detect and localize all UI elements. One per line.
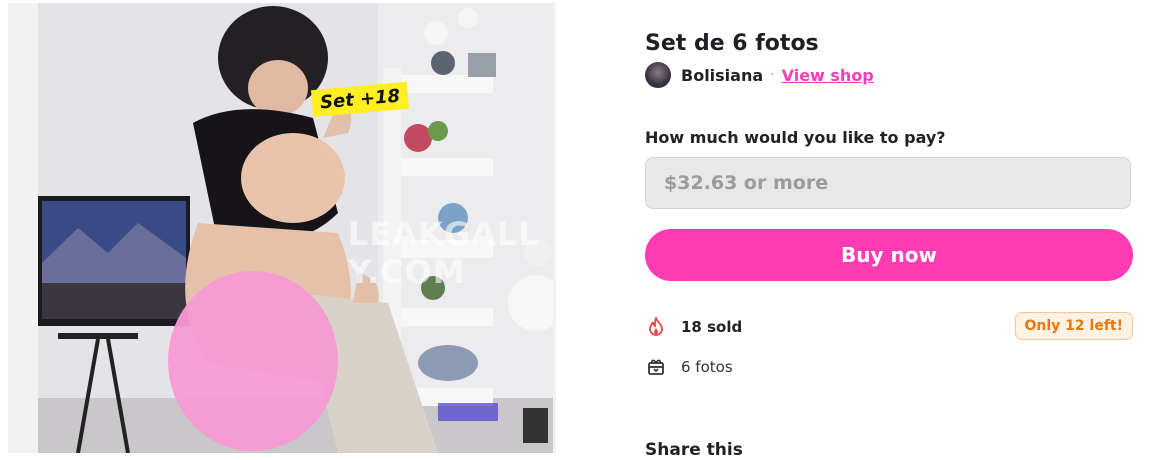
view-shop-link[interactable]: View shop (782, 66, 874, 85)
separator-dot: · (770, 67, 775, 83)
seller-row: Bolisiana · View shop (645, 62, 874, 88)
watermark-text: LEAKGALL Y.COM (348, 215, 540, 291)
seller-avatar[interactable] (645, 62, 671, 88)
flame-icon (645, 316, 667, 338)
price-input[interactable] (645, 157, 1131, 209)
photo-count: 6 fotos (681, 358, 733, 376)
sold-count-row: 18 sold (645, 316, 742, 338)
product-title: Set de 6 fotos (645, 31, 819, 56)
pay-amount-label: How much would you like to pay? (645, 128, 946, 147)
photo-count-row: 6 fotos (645, 356, 733, 378)
product-gallery: Set +18 LEAKGALL Y.COM (8, 3, 556, 453)
stock-warning-badge: Only 12 left! (1014, 312, 1133, 340)
sold-count: 18 sold (681, 318, 743, 336)
seller-name[interactable]: Bolisiana (681, 66, 763, 85)
share-heading: Share this (645, 440, 743, 460)
product-photo[interactable]: Set +18 LEAKGALL Y.COM (38, 3, 553, 453)
gift-box-icon (645, 356, 667, 378)
buy-now-button[interactable]: Buy now (645, 229, 1133, 281)
